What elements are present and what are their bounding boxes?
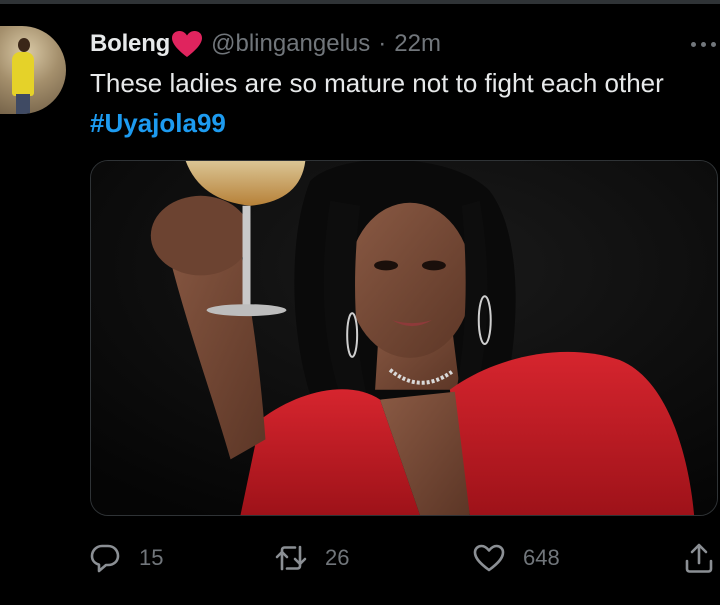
hashtag-link[interactable]: #Uyajola99 <box>90 106 226 140</box>
divider <box>0 0 720 4</box>
retweet-button[interactable]: 26 <box>274 536 349 580</box>
avatar[interactable] <box>0 26 66 114</box>
share-button[interactable] <box>682 536 716 580</box>
share-icon <box>685 543 713 573</box>
heart-icon <box>172 31 203 57</box>
retweet-icon <box>275 545 307 571</box>
reply-icon <box>90 544 120 573</box>
retweet-count: 26 <box>325 545 350 570</box>
action-bar: 15 26 648 <box>88 536 720 580</box>
like-button[interactable]: 648 <box>472 536 560 580</box>
tweet-header: Boleng @blingangelus · 22m <box>90 28 441 60</box>
reply-button[interactable]: 15 <box>88 536 163 580</box>
timestamp[interactable]: 22m <box>394 30 441 58</box>
like-count: 648 <box>523 545 560 570</box>
more-icon[interactable] <box>688 34 720 54</box>
tweet[interactable]: Boleng @blingangelus · 22m These ladies … <box>0 0 720 605</box>
tweet-image[interactable] <box>90 160 718 516</box>
tweet-text: These ladies are so mature not to fight … <box>90 68 664 98</box>
author-handle[interactable]: @blingangelus <box>211 30 370 58</box>
separator: · <box>378 30 387 57</box>
author-name[interactable]: Boleng <box>90 30 170 58</box>
like-icon <box>473 544 505 572</box>
reply-count: 15 <box>139 545 164 570</box>
